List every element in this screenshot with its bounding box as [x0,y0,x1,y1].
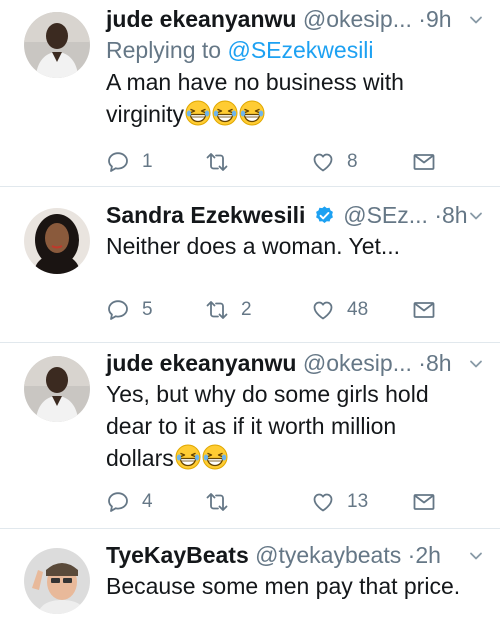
like-button[interactable]: 8 [311,148,358,176]
like-button[interactable]: 48 [311,296,368,324]
author-name[interactable]: Sandra Ezekwesili [106,202,305,228]
retweet-button[interactable]: 2 [205,296,252,324]
grinning-squint-emoji-icon [175,444,201,470]
direct-message-button[interactable] [412,148,436,176]
tweet[interactable]: jude ekeanyanwu @okesip... ·8h Yes, but … [0,348,500,520]
reply-icon [106,298,130,322]
tweet-text: A man have no business with virginity [106,66,500,130]
grinning-squint-emoji-icon [239,100,265,126]
replying-mention-link[interactable]: @SEzekwesili [227,37,373,63]
like-button[interactable]: 13 [311,488,368,516]
separator-dot: · [418,6,426,32]
tweet[interactable]: Sandra Ezekwesili @SEz... ·8h Neither do… [0,200,500,340]
reply-button[interactable]: 4 [106,488,153,516]
mail-icon [412,150,436,174]
retweet-button[interactable] [205,148,229,176]
timestamp[interactable]: 2h [415,542,441,568]
reply-count: 1 [142,151,153,172]
tweet-text-line: Yes, but why do some girls hold [106,381,429,407]
direct-message-button[interactable] [412,296,436,324]
author-handle[interactable]: @okesip... [303,350,412,376]
author-handle[interactable]: @tyekaybeats [255,542,401,568]
reply-icon [106,150,130,174]
divider [0,528,500,529]
divider [0,342,500,343]
chevron-down-icon[interactable] [468,356,484,372]
verified-badge-icon [314,205,335,226]
heart-icon [311,298,335,322]
separator-dot: · [434,202,442,228]
like-count: 48 [347,299,369,320]
divider [0,186,500,187]
mail-icon [412,298,436,322]
reply-icon [106,490,130,514]
grinning-squint-emoji-icon [202,444,228,470]
author-handle[interactable]: @okesip... [303,6,412,32]
heart-icon [311,150,335,174]
timestamp[interactable]: 8h [426,350,452,376]
timestamp[interactable]: 9h [426,6,452,32]
avatar[interactable] [24,356,90,422]
replying-to: Replying to @SEzekwesili [106,34,500,66]
separator-dot: · [418,350,426,376]
chevron-down-icon[interactable] [468,548,484,564]
chevron-down-icon[interactable] [468,12,484,28]
mail-icon [412,490,436,514]
avatar[interactable] [24,548,90,614]
like-count: 8 [347,151,358,172]
author-name[interactable]: TyeKayBeats [106,542,249,568]
tweet-text-line: A man have no business with [106,69,404,95]
avatar[interactable] [24,208,90,274]
reply-button[interactable]: 5 [106,296,153,324]
chevron-down-icon[interactable] [468,208,484,224]
tweet[interactable]: jude ekeanyanwu @okesip... ·9h Replying … [0,4,500,184]
retweet-button[interactable] [205,488,229,516]
tweet-text: Neither does a woman. Yet... [106,233,401,259]
retweet-icon [205,298,229,322]
author-name[interactable]: jude ekeanyanwu [106,350,296,376]
retweet-count: 2 [241,299,252,320]
tweet-text-line: dear to it as if it worth million [106,413,397,439]
grinning-squint-emoji-icon [212,100,238,126]
author-handle[interactable]: @SEz... [343,202,428,228]
tweet-text-line: dollars [106,445,174,471]
author-name[interactable]: jude ekeanyanwu [106,6,296,32]
tweet-text: Because some men pay that price. [106,573,461,599]
tweet-text-line: virginity [106,101,184,127]
replying-prefix: Replying to [106,37,228,63]
retweet-icon [205,150,229,174]
reply-count: 5 [142,299,153,320]
reply-button[interactable]: 1 [106,148,153,176]
like-count: 13 [347,491,369,512]
heart-icon [311,490,335,514]
grinning-squint-emoji-icon [185,100,211,126]
tweet-text: Yes, but why do some girls hold dear to … [106,378,500,474]
tweet[interactable]: TyeKayBeats @tyekaybeats ·2h Because som… [0,540,500,624]
avatar[interactable] [24,12,90,78]
reply-count: 4 [142,491,153,512]
direct-message-button[interactable] [412,488,436,516]
retweet-icon [205,490,229,514]
timestamp[interactable]: 8h [442,202,468,228]
